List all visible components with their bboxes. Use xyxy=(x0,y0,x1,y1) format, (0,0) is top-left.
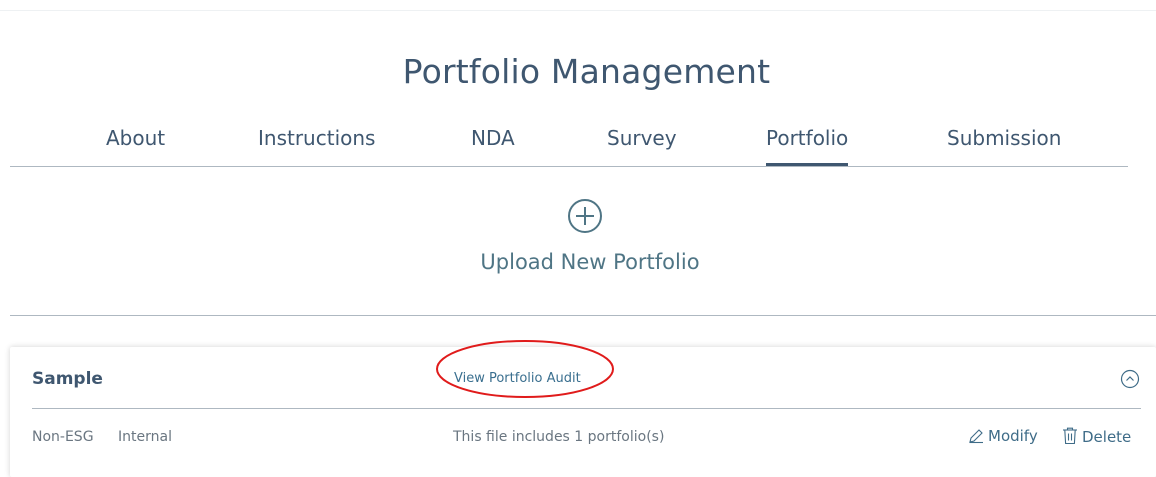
tab-label: Instructions xyxy=(258,126,376,150)
section-divider xyxy=(10,315,1156,316)
portfolio-summary: This file includes 1 portfolio(s) xyxy=(453,429,665,445)
tab-label: Portfolio xyxy=(766,126,849,150)
card-divider xyxy=(32,408,1141,409)
plus-circle-icon xyxy=(568,199,602,233)
portfolio-type: Non-ESG xyxy=(32,429,94,445)
tab-survey[interactable]: Survey xyxy=(607,126,677,166)
tab-instructions[interactable]: Instructions xyxy=(258,126,375,166)
tab-label: Submission xyxy=(947,126,1062,150)
chevron-up-circle-icon[interactable] xyxy=(1120,369,1140,389)
upload-label: Upload New Portfolio xyxy=(480,250,700,274)
tab-bar: About Instructions NDA Survey Portfolio … xyxy=(0,126,1156,167)
modify-label: Modify xyxy=(988,427,1038,445)
trash-icon xyxy=(1063,427,1077,445)
portfolio-name: Sample xyxy=(32,369,103,389)
page-title: Portfolio Management xyxy=(402,52,771,91)
tab-label: Survey xyxy=(607,126,677,150)
tab-about[interactable]: About xyxy=(106,126,165,166)
delete-label: Delete xyxy=(1082,428,1132,446)
view-portfolio-audit-link[interactable]: View Portfolio Audit xyxy=(454,371,581,386)
pencil-icon xyxy=(969,429,983,444)
tab-submission[interactable]: Submission xyxy=(947,126,1061,166)
top-divider xyxy=(0,10,1156,11)
delete-button[interactable]: Delete xyxy=(1062,427,1131,446)
modify-button[interactable]: Modify xyxy=(968,427,1038,445)
portfolio-visibility: Internal xyxy=(118,429,172,445)
tab-label: About xyxy=(106,126,166,150)
annotation-circle xyxy=(436,340,614,398)
tabs-divider xyxy=(10,166,1128,167)
upload-new-portfolio-button[interactable]: Upload New Portfolio xyxy=(440,196,740,286)
tab-nda[interactable]: NDA xyxy=(471,126,515,166)
tab-portfolio[interactable]: Portfolio xyxy=(766,126,849,167)
tab-label: NDA xyxy=(471,126,515,150)
portfolio-card: Sample View Portfolio Audit Non-ESG Inte… xyxy=(10,340,1156,477)
